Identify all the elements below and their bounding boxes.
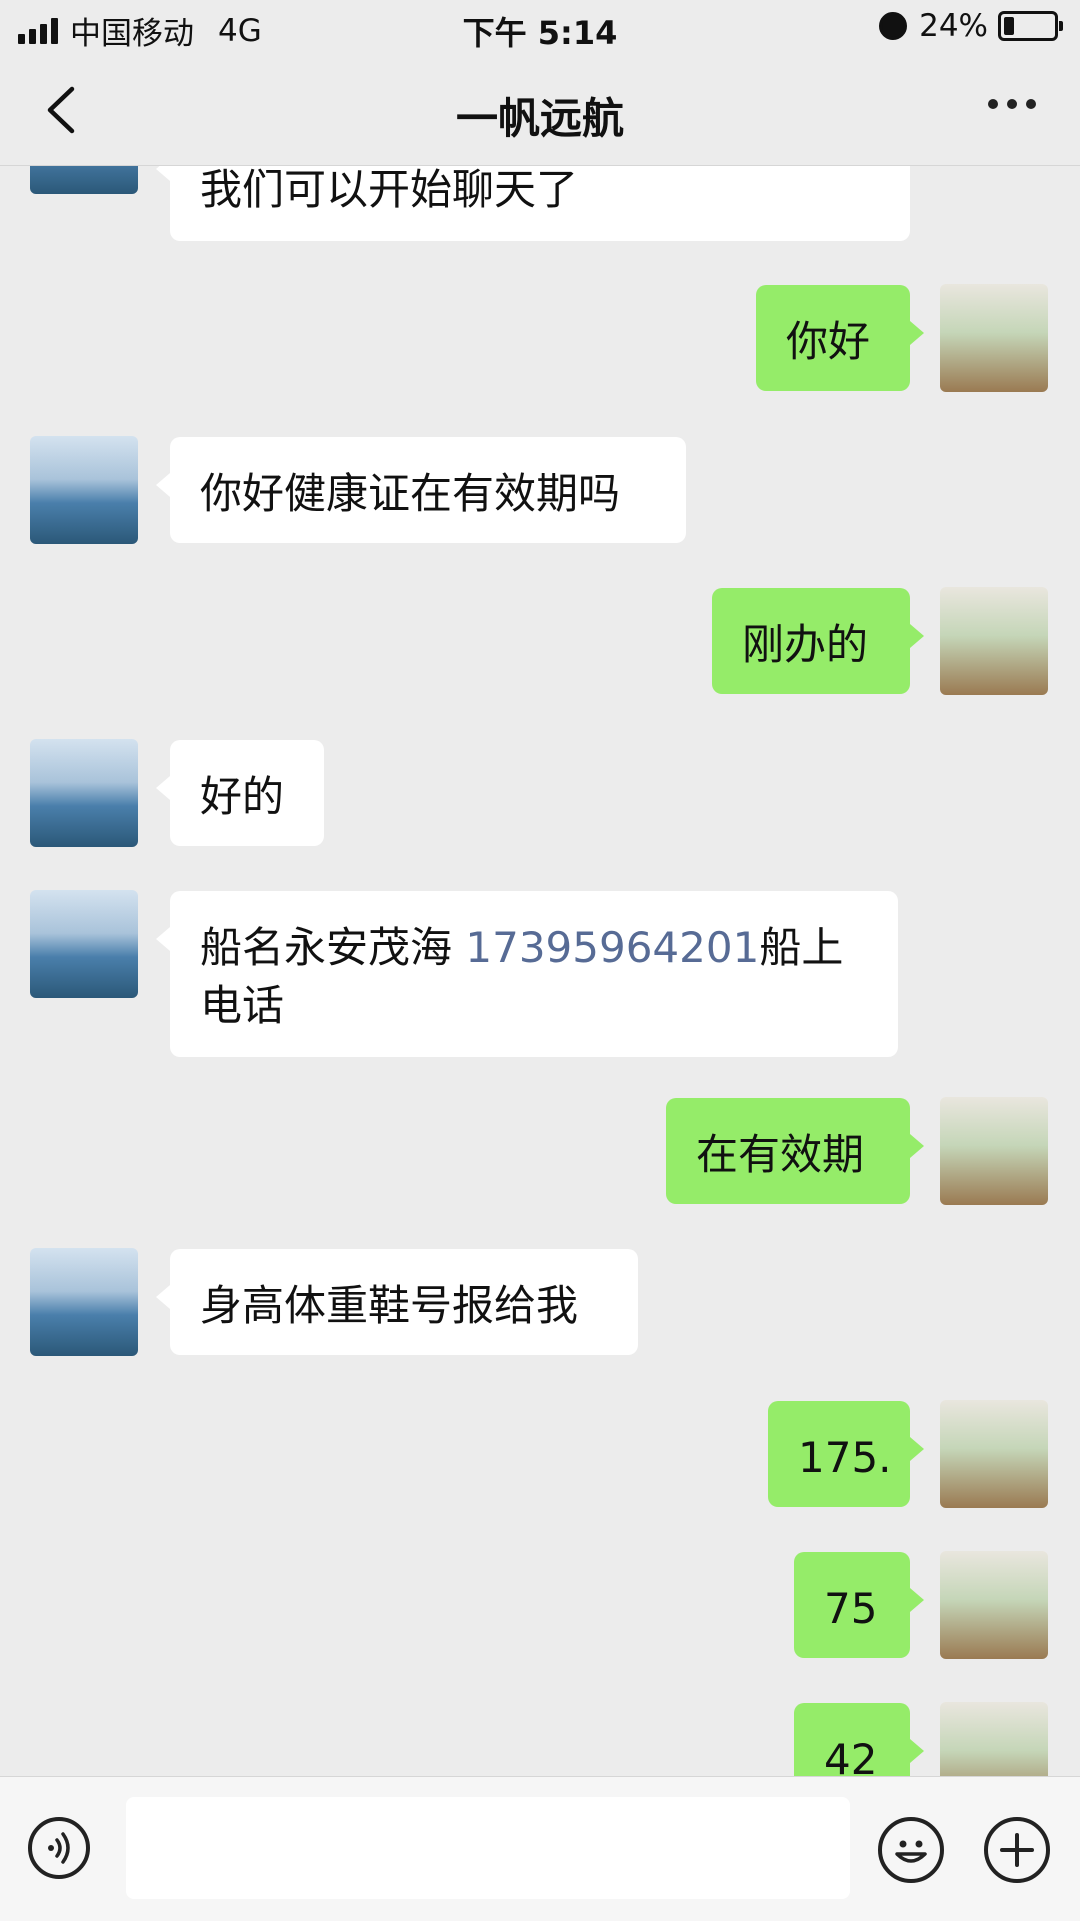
message-text: 身高体重鞋号报给我 (200, 1281, 579, 1330)
my-avatar[interactable] (940, 1551, 1048, 1659)
message-text: 刚办的 (742, 620, 869, 669)
contact-avatar[interactable] (30, 436, 138, 544)
plus-icon[interactable] (984, 1817, 1050, 1883)
battery-fill (1004, 17, 1014, 35)
message-text: 船名永安茂海 (200, 923, 453, 972)
more-dots-icon[interactable] (988, 99, 1036, 109)
message-bubble-incoming[interactable]: 好的 (156, 740, 324, 846)
contact-avatar[interactable] (30, 890, 138, 998)
message-text: 175. (798, 1433, 892, 1482)
message-text: 42 (824, 1735, 878, 1776)
message-text: 你好健康证在有效期吗 (200, 469, 621, 518)
my-avatar[interactable] (940, 587, 1048, 695)
message-bubble-outgoing[interactable]: 你好 (756, 285, 924, 391)
message-bubble-incoming[interactable]: 你好健康证在有效期吗 (156, 437, 686, 543)
message-text: 我们可以开始聊天了 (200, 166, 579, 214)
my-avatar[interactable] (940, 284, 1048, 392)
voice-icon[interactable] (28, 1817, 90, 1879)
message-text: 在有效期 (696, 1130, 865, 1179)
message-bubble-outgoing[interactable]: 175. (768, 1401, 924, 1507)
message-input[interactable] (126, 1797, 850, 1899)
message-bubble-outgoing[interactable]: 75 (794, 1552, 924, 1658)
battery-percent: 24% (919, 8, 988, 44)
my-avatar[interactable] (940, 1400, 1048, 1508)
message-bubble-outgoing[interactable]: 在有效期 (666, 1098, 924, 1204)
my-avatar[interactable] (940, 1097, 1048, 1205)
alarm-icon (879, 12, 908, 40)
message-text: 你好 (786, 317, 871, 366)
message-bubble-incoming[interactable]: 船名永安茂海 17395964201船上电话 (156, 891, 898, 1057)
nav-bar: 一帆远航 (0, 55, 1080, 166)
message-bubble-incoming[interactable]: 身高体重鞋号报给我 (156, 1249, 638, 1355)
contact-avatar[interactable] (30, 1248, 138, 1356)
message-text: 75 (824, 1584, 878, 1633)
message-text: 好的 (200, 772, 285, 821)
message-bubble-outgoing[interactable]: 刚办的 (712, 588, 924, 694)
my-avatar[interactable] (940, 1702, 1048, 1776)
chat-title: 一帆远航 (455, 94, 624, 143)
status-right: 24% (879, 8, 1063, 44)
message-bubble-incoming[interactable]: 我们可以开始聊天了 (156, 166, 910, 241)
input-bar (0, 1776, 1080, 1921)
phone-number-link[interactable]: 17395964201 (465, 923, 759, 972)
contact-avatar[interactable] (30, 739, 138, 847)
contact-avatar[interactable] (30, 166, 138, 194)
battery-icon (998, 11, 1063, 41)
status-bar: 中国移动 4G 下午 5:14 24% (0, 0, 1080, 55)
emoji-icon[interactable] (878, 1817, 944, 1883)
message-bubble-outgoing[interactable]: 42 (794, 1703, 924, 1776)
chat-area[interactable]: 我们可以开始聊天了 你好 你好健康证在有效期吗 刚办的 好的 船名永安茂海 17… (0, 166, 1080, 1776)
